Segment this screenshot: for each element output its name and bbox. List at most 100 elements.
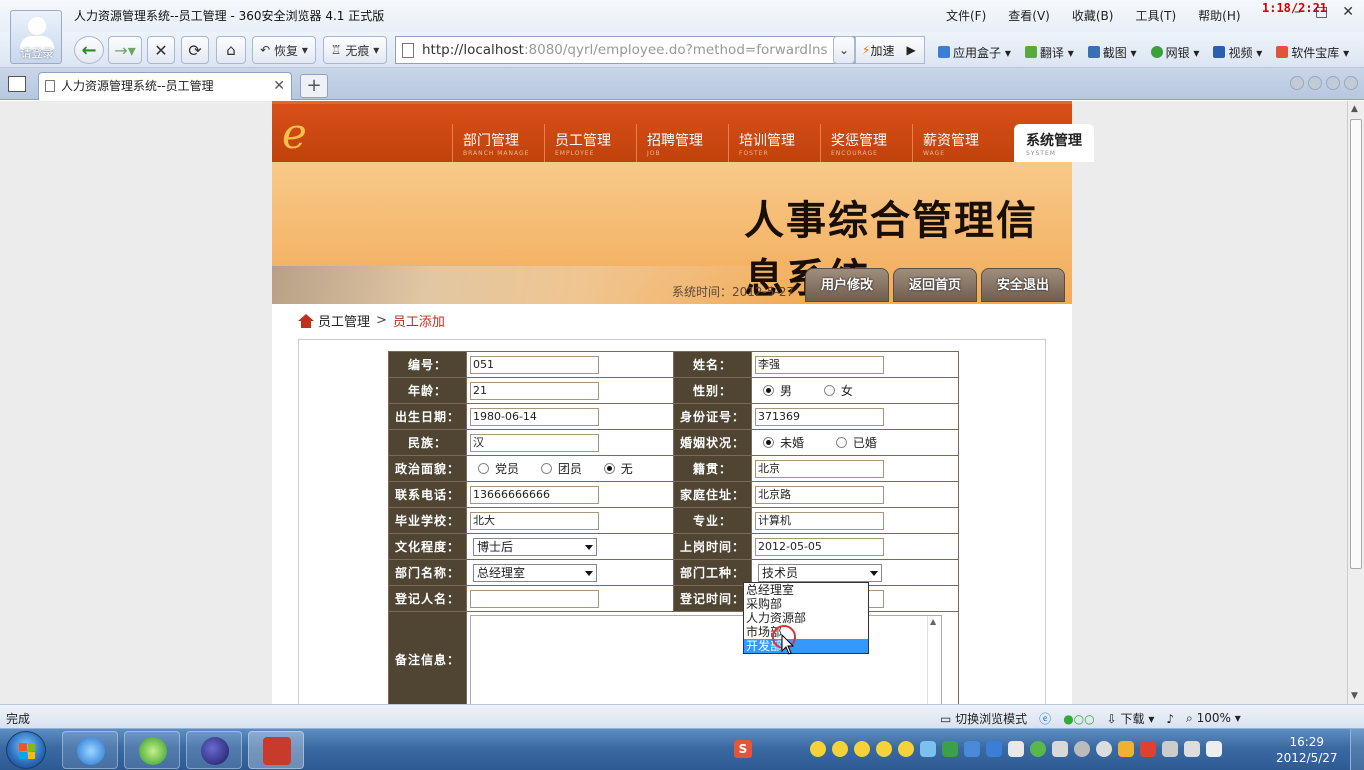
home-page-button[interactable]: 返回首页 bbox=[893, 268, 977, 302]
dept-option-general-office[interactable]: 总经理室 bbox=[744, 583, 868, 597]
show-desktop-button[interactable] bbox=[1350, 729, 1364, 770]
ethnic-input[interactable]: 汉 bbox=[470, 433, 599, 452]
tray-app-icon[interactable] bbox=[942, 741, 958, 757]
nav-system[interactable]: 系统管理 SYSTEM bbox=[1014, 124, 1094, 162]
bank-button[interactable]: 网银 ▾ bbox=[1150, 44, 1199, 61]
nav-salary[interactable]: 薪资管理 WAGE bbox=[912, 124, 1004, 162]
forward-button[interactable]: →▾ bbox=[108, 36, 142, 64]
ie-mode-icon[interactable]: ⓔ bbox=[1039, 710, 1051, 727]
tray-shield-icon[interactable] bbox=[986, 741, 1002, 757]
native-place-input[interactable]: 北京 bbox=[755, 459, 884, 478]
translate-button[interactable]: 翻译 ▾ bbox=[1024, 44, 1074, 61]
gender-female-radio[interactable] bbox=[823, 385, 835, 396]
political-league-radio[interactable] bbox=[540, 463, 552, 474]
screenshot-button[interactable]: 截图 ▾ bbox=[1087, 44, 1137, 61]
back-button[interactable]: ← bbox=[74, 36, 104, 64]
zoom-control[interactable]: ⌕ 100% ▾ bbox=[1186, 711, 1241, 726]
department-select[interactable]: 总经理室 bbox=[473, 563, 597, 582]
address-dropdown-button[interactable]: ⌄ bbox=[833, 36, 855, 64]
tray-sync-icon[interactable] bbox=[1052, 741, 1068, 757]
tray-network-icon[interactable] bbox=[920, 741, 936, 757]
tab-close-icon[interactable]: ✕ bbox=[273, 73, 285, 99]
scroll-down-icon[interactable]: ▼ bbox=[1351, 691, 1358, 701]
scroll-up-icon[interactable]: ▲ bbox=[1351, 104, 1358, 114]
software-store-button[interactable]: 软件宝库 ▾ bbox=[1276, 44, 1349, 61]
scrollbar-thumb[interactable] bbox=[1350, 119, 1362, 569]
restore-button[interactable]: ↶ 恢复 ▾ bbox=[252, 36, 316, 64]
menu-file[interactable]: 文件(F) bbox=[946, 7, 986, 24]
dept-option-hr[interactable]: 人力资源部 bbox=[744, 611, 868, 625]
tray-device-icon[interactable] bbox=[1162, 741, 1178, 757]
menu-favorites[interactable]: 收藏(B) bbox=[1072, 7, 1114, 24]
gender-male-radio[interactable] bbox=[763, 385, 774, 396]
breadcrumb-parent[interactable]: 员工管理 bbox=[318, 311, 370, 330]
input-method-icon[interactable]: S bbox=[734, 740, 752, 758]
tray-qq-icon[interactable] bbox=[832, 741, 848, 757]
tray-note-icon[interactable] bbox=[1008, 741, 1024, 757]
phone-input[interactable]: 13666666666 bbox=[470, 485, 599, 504]
taskbar-toolbox[interactable] bbox=[248, 731, 304, 769]
close-icon[interactable]: ✕ bbox=[1342, 4, 1354, 20]
menu-help[interactable]: 帮助(H) bbox=[1198, 7, 1240, 24]
login-avatar[interactable]: 请登录 bbox=[10, 10, 62, 64]
tray-volume-icon[interactable] bbox=[1206, 741, 1222, 757]
start-button[interactable] bbox=[6, 731, 46, 769]
app-box-button[interactable]: 应用盒子 ▾ bbox=[938, 44, 1011, 61]
nav-recruitment[interactable]: 招聘管理 JOB bbox=[636, 124, 728, 162]
political-party-radio[interactable] bbox=[478, 463, 489, 474]
taskbar-ie[interactable] bbox=[62, 731, 118, 769]
id-card-input[interactable]: 371369 bbox=[755, 407, 884, 426]
tray-qq-icon[interactable] bbox=[854, 741, 870, 757]
edit-user-button[interactable]: 用户修改 bbox=[805, 268, 889, 302]
tab-list-icon[interactable] bbox=[1326, 76, 1340, 90]
name-input[interactable]: 李强 bbox=[755, 355, 884, 374]
switch-mode-button[interactable]: ▭ 切换浏览模式 bbox=[940, 710, 1027, 727]
tray-settings-icon[interactable] bbox=[1074, 741, 1090, 757]
tray-gear-icon[interactable] bbox=[1096, 741, 1112, 757]
tab-employee-management[interactable]: 人力资源管理系统--员工管理 ✕ bbox=[38, 72, 292, 100]
marital-single-radio[interactable] bbox=[763, 437, 774, 448]
dept-option-purchasing[interactable]: 采购部 bbox=[744, 597, 868, 611]
tray-windows-icon[interactable] bbox=[1118, 741, 1134, 757]
textarea-scrollbar[interactable] bbox=[927, 615, 941, 704]
tray-qq-icon[interactable] bbox=[898, 741, 914, 757]
age-input[interactable]: 21 bbox=[470, 381, 599, 400]
video-button[interactable]: 视频 ▾ bbox=[1213, 44, 1262, 61]
page-scrollbar[interactable]: ▲ ▼ bbox=[1347, 101, 1364, 704]
birth-date-input[interactable]: 1980-06-14 bbox=[470, 407, 599, 426]
nav-employee[interactable]: 员工管理 EMPLOYEE bbox=[544, 124, 636, 162]
tray-qq-icon[interactable] bbox=[876, 741, 892, 757]
id-input[interactable]: 051 bbox=[470, 355, 599, 374]
school-input[interactable]: 北大 bbox=[470, 511, 599, 530]
stop-button[interactable]: ✕ bbox=[147, 36, 175, 64]
new-tab-button[interactable]: + bbox=[300, 74, 328, 98]
tray-security-icon[interactable] bbox=[964, 741, 980, 757]
download-button[interactable]: ⇩ 下载 ▾ bbox=[1107, 710, 1155, 727]
remarks-textarea[interactable] bbox=[470, 614, 942, 704]
address-input[interactable]: 北京路 bbox=[755, 485, 884, 504]
onboard-date-input[interactable]: 2012-05-05 bbox=[755, 537, 884, 556]
minimize-icon[interactable]: – bbox=[1294, 4, 1301, 20]
taskbar-360-browser[interactable] bbox=[124, 731, 180, 769]
sidebar-toggle-icon[interactable] bbox=[8, 76, 26, 92]
incognito-button[interactable]: ♖ 无痕 ▾ bbox=[323, 36, 387, 64]
tab-close-all-icon[interactable] bbox=[1344, 76, 1358, 90]
refresh-button[interactable]: ⟳ bbox=[181, 36, 209, 64]
accelerate-button[interactable]: ⚡ 加速 ▶ bbox=[855, 36, 925, 64]
menu-view[interactable]: 查看(V) bbox=[1008, 7, 1050, 24]
tab-prev-icon[interactable] bbox=[1290, 76, 1304, 90]
job-type-select[interactable]: 技术员 bbox=[758, 563, 882, 582]
political-none-radio[interactable] bbox=[603, 463, 615, 474]
nav-rewards[interactable]: 奖惩管理 ENCOURAGE bbox=[820, 124, 912, 162]
tray-qq-icon[interactable] bbox=[810, 741, 826, 757]
dept-option-development[interactable]: 开发部 bbox=[744, 639, 868, 653]
toggle-icon[interactable]: ●○○ bbox=[1063, 712, 1094, 726]
tray-monitor-icon[interactable] bbox=[1184, 741, 1200, 757]
logout-button[interactable]: 安全退出 bbox=[981, 268, 1065, 302]
taskbar-clock[interactable]: 16:29 2012/5/27 bbox=[1276, 734, 1338, 766]
address-bar[interactable]: http://localhost:8080/qyrl/employee.do?m… bbox=[395, 36, 855, 64]
volume-icon[interactable]: ♪ bbox=[1166, 712, 1174, 726]
major-input[interactable]: 计算机 bbox=[755, 511, 884, 530]
tab-next-icon[interactable] bbox=[1308, 76, 1322, 90]
tray-refresh-icon[interactable] bbox=[1030, 741, 1046, 757]
